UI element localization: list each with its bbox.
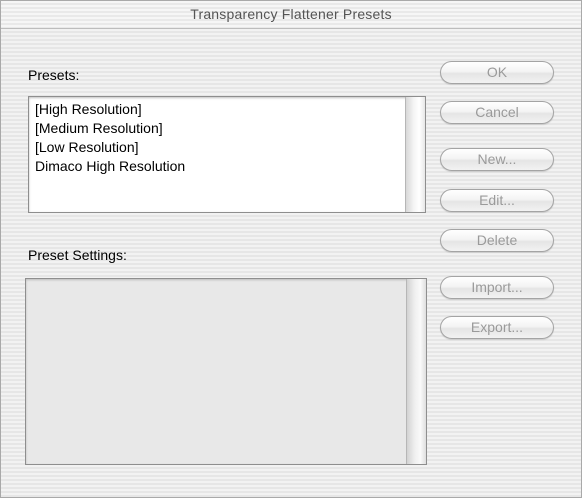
import-button[interactable]: Import... (440, 276, 554, 299)
presets-list[interactable]: [High Resolution] [Medium Resolution] [L… (28, 96, 426, 213)
export-button[interactable]: Export... (440, 316, 554, 339)
preset-item-low-resolution[interactable]: [Low Resolution] (35, 138, 405, 157)
cancel-button[interactable]: Cancel (440, 101, 554, 124)
new-button[interactable]: New... (440, 148, 554, 171)
window-title: Transparency Flattener Presets (190, 6, 392, 22)
preset-item-dimaco-high-resolution[interactable]: Dimaco High Resolution (35, 157, 405, 176)
preset-item-medium-resolution[interactable]: [Medium Resolution] (35, 119, 405, 138)
preset-settings-scrollbar[interactable] (406, 279, 426, 464)
edit-button[interactable]: Edit... (440, 189, 554, 212)
presets-label: Presets: (28, 67, 80, 83)
dialog-window: Transparency Flattener Presets Presets: … (0, 0, 582, 498)
presets-scrollbar[interactable] (405, 97, 425, 212)
preset-settings-label: Preset Settings: (28, 247, 127, 263)
presets-list-items: [High Resolution] [Medium Resolution] [L… (29, 97, 405, 212)
ok-button[interactable]: OK (440, 61, 554, 84)
delete-button[interactable]: Delete (440, 229, 554, 252)
preset-item-high-resolution[interactable]: [High Resolution] (35, 100, 405, 119)
title-bar[interactable]: Transparency Flattener Presets (1, 1, 581, 29)
preset-settings-box (25, 278, 427, 465)
